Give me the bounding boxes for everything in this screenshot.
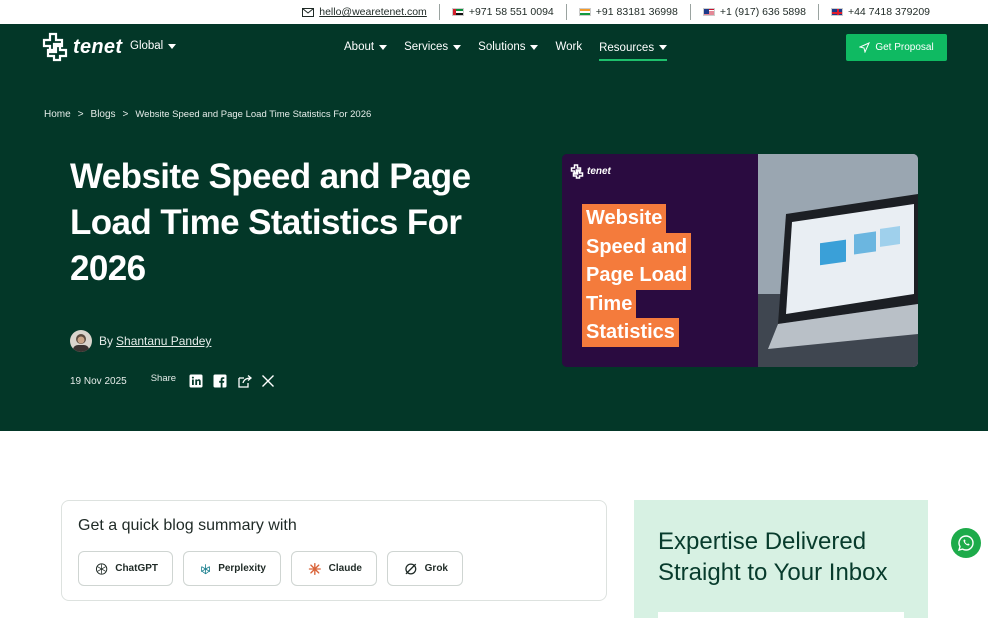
article-meta: 19 Nov 2025 Share	[70, 372, 275, 388]
nav-item-label: Services	[404, 41, 449, 53]
breadcrumb-separator: >	[122, 109, 129, 120]
share-link-icon[interactable]	[237, 374, 253, 388]
caret-down-icon	[453, 44, 462, 50]
nav-item-resources[interactable]: Resources	[599, 36, 668, 61]
featured-image-panel: tenet Website Speed and Page Load Time S…	[562, 154, 758, 367]
featured-line: Speed and	[582, 232, 692, 261]
whatsapp-icon	[957, 535, 974, 551]
caret-down-icon	[530, 44, 539, 50]
author-avatar	[70, 330, 92, 352]
send-icon	[859, 42, 871, 53]
brand-name: tenet	[73, 35, 123, 58]
nav-item-work[interactable]: Work	[555, 36, 582, 58]
breadcrumb-blogs[interactable]: Blogs	[91, 109, 116, 120]
newsletter-email-input[interactable]	[658, 612, 904, 618]
grok-icon	[405, 562, 417, 575]
ai-button-label: Perplexity	[218, 563, 266, 574]
phone-number: +44 7418 379209	[847, 6, 930, 18]
contact-bar: hello@wearetenet.com +971 58 551 0094 +9…	[0, 0, 988, 24]
ai-button-label: Grok	[424, 563, 448, 574]
featured-line: Statistics	[582, 318, 679, 347]
laptop-illustration	[758, 154, 918, 367]
facebook-icon[interactable]	[213, 374, 227, 388]
share-icons	[189, 374, 275, 388]
perplexity-icon	[201, 563, 210, 574]
whatsapp-button[interactable]	[951, 528, 981, 558]
publish-date: 19 Nov 2025	[70, 375, 127, 387]
tenet-logo-icon	[42, 32, 68, 62]
featured-line: Time	[582, 289, 637, 318]
caret-down-icon	[168, 43, 177, 49]
nav-item-label: About	[344, 41, 375, 53]
featured-image: tenet Website Speed and Page Load Time S…	[562, 154, 918, 367]
page-title: Website Speed and Page Load Time Statist…	[70, 157, 471, 288]
nav-item-solutions[interactable]: Solutions	[478, 36, 539, 58]
nav-menu: About Services Solutions Work Resources	[344, 36, 668, 61]
region-selector[interactable]: Global	[130, 40, 177, 52]
phone-us[interactable]: +1 (917) 636 5898	[691, 4, 818, 20]
newsletter-heading: Expertise Delivered Straight to Your Inb…	[658, 528, 888, 586]
phone-number: +971 58 551 0094	[468, 6, 554, 18]
uae-flag-icon	[451, 8, 464, 16]
claude-icon	[308, 562, 321, 575]
blog-summary-card: Get a quick blog summary with ChatGPT Pe…	[61, 500, 607, 601]
caret-down-icon	[379, 44, 388, 50]
breadcrumb-separator: >	[77, 109, 84, 120]
phone-india[interactable]: +91 83181 36998	[567, 4, 690, 20]
laptop-photo	[758, 154, 918, 367]
author-byline: By Shantanu Pandey	[70, 330, 211, 352]
nav-item-label: Work	[555, 41, 583, 53]
cta-label: Get Proposal	[875, 42, 934, 53]
phone-number: +1 (917) 636 5898	[719, 6, 806, 18]
by-label: By	[99, 334, 114, 348]
person-icon	[73, 334, 89, 352]
main-navigation: tenet Global About Services Solutions Wo…	[0, 24, 988, 70]
author-link[interactable]: Shantanu Pandey	[116, 334, 211, 348]
claude-button[interactable]: Claude	[291, 551, 377, 586]
caret-down-icon	[659, 45, 668, 50]
grok-button[interactable]: Grok	[387, 551, 463, 586]
nav-item-label: Solutions	[478, 41, 526, 53]
featured-line: Page Load	[582, 261, 692, 290]
share-label: Share	[150, 372, 177, 384]
email-link[interactable]: hello@wearetenet.com	[319, 6, 427, 18]
mail-icon	[302, 7, 315, 17]
brand-logo[interactable]: tenet	[41, 32, 122, 62]
tenet-logo-icon	[570, 164, 584, 179]
newsletter-panel: Expertise Delivered Straight to Your Inb…	[634, 500, 928, 618]
featured-headline: Website Speed and Page Load Time Statist…	[582, 204, 692, 347]
phone-uk[interactable]: +44 7418 379209	[819, 4, 942, 20]
region-label: Global	[130, 40, 164, 52]
chatgpt-icon	[95, 562, 108, 575]
featured-line: Website	[582, 204, 667, 233]
perplexity-button[interactable]: Perplexity	[183, 551, 281, 586]
summary-heading: Get a quick blog summary with	[78, 517, 297, 534]
ai-button-label: Claude	[328, 563, 362, 574]
featured-brand-name: tenet	[587, 166, 611, 177]
breadcrumb-current: Website Speed and Page Load Time Statist…	[135, 109, 372, 120]
us-flag-icon	[702, 8, 715, 16]
ai-buttons: ChatGPT Perplexity Claude Grok	[78, 551, 463, 586]
breadcrumb: Home > Blogs > Website Speed and Page Lo…	[44, 109, 371, 120]
hero-section: tenet Global About Services Solutions Wo…	[0, 24, 988, 431]
phone-number: +91 83181 36998	[595, 6, 678, 18]
get-proposal-button[interactable]: Get Proposal	[846, 34, 947, 61]
x-twitter-icon[interactable]	[261, 374, 275, 388]
email-contact[interactable]: hello@wearetenet.com	[290, 4, 439, 20]
chatgpt-button[interactable]: ChatGPT	[78, 551, 173, 586]
linkedin-icon[interactable]	[189, 374, 203, 388]
nav-item-label: Resources	[599, 41, 655, 54]
india-flag-icon	[578, 8, 591, 16]
breadcrumb-home[interactable]: Home	[44, 109, 71, 120]
uk-flag-icon	[830, 8, 843, 16]
ai-button-label: ChatGPT	[115, 563, 158, 574]
nav-item-services[interactable]: Services	[404, 36, 462, 58]
featured-brand-logo: tenet	[570, 164, 611, 179]
nav-item-about[interactable]: About	[344, 36, 388, 58]
phone-uae[interactable]: +971 58 551 0094	[440, 4, 566, 20]
